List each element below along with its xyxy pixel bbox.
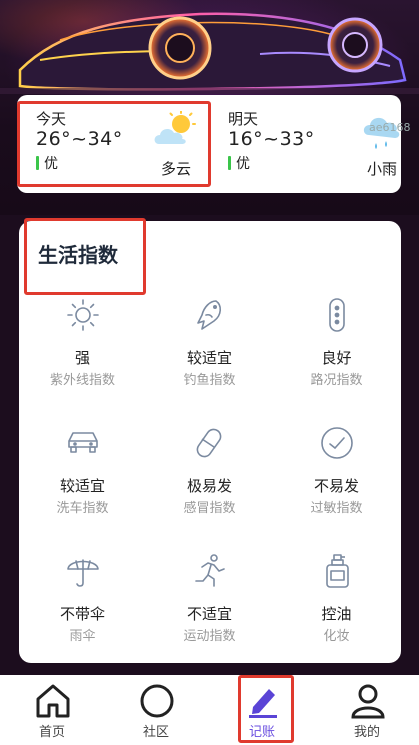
tab-label: 我的 xyxy=(353,725,380,740)
index-name: 路况指数 xyxy=(310,373,363,388)
index-name: 化妆 xyxy=(323,629,350,644)
index-value: 强 xyxy=(74,349,90,367)
traffic-light-icon xyxy=(329,298,345,332)
index-allergy[interactable]: 不易发 过敏指数 xyxy=(273,419,400,547)
index-uv[interactable]: 强 紫外线指数 xyxy=(19,291,146,419)
umbrella-icon xyxy=(67,559,99,587)
index-value: 良好 xyxy=(321,349,352,367)
car-icon xyxy=(68,432,98,453)
fish-icon xyxy=(197,300,222,330)
tab-label: 首页 xyxy=(38,725,65,740)
tab-home[interactable]: 首页 xyxy=(0,675,104,745)
index-name: 感冒指数 xyxy=(183,501,236,516)
lotion-bottle-icon xyxy=(326,554,349,588)
aqi-bar xyxy=(228,156,231,170)
index-name: 钓鱼指数 xyxy=(183,373,236,388)
index-name: 洗车指数 xyxy=(56,501,109,516)
index-fishing[interactable]: 较适宜 钓鱼指数 xyxy=(146,291,273,419)
allergy-icon xyxy=(321,427,353,459)
tab-community[interactable]: 社区 xyxy=(104,675,208,745)
index-name: 雨伞 xyxy=(69,629,96,644)
air-quality: 优 xyxy=(228,153,250,173)
index-sport[interactable]: 不适宜 运动指数 xyxy=(146,547,273,675)
home-icon xyxy=(36,684,70,718)
tab-label: 社区 xyxy=(142,725,169,740)
index-cold[interactable]: 极易发 感冒指数 xyxy=(146,419,273,547)
index-carwash[interactable]: 较适宜 洗车指数 xyxy=(19,419,146,547)
weather-tomorrow[interactable]: 明天 16°~33° 优 小雨 xyxy=(209,95,400,193)
index-value: 较适宜 xyxy=(59,477,105,495)
index-makeup[interactable]: 控油 化妆 xyxy=(273,547,400,675)
temperature-range: 16°~33° xyxy=(228,128,315,150)
index-name: 紫外线指数 xyxy=(49,373,115,388)
bottom-tab-bar: 首页 社区 记账 我的 xyxy=(0,675,419,745)
index-value: 不易发 xyxy=(313,477,359,495)
running-icon xyxy=(195,554,225,587)
index-value: 不带伞 xyxy=(59,605,105,623)
index-name: 运动指数 xyxy=(183,629,236,644)
index-name: 过敏指数 xyxy=(310,501,363,516)
index-value: 不适宜 xyxy=(186,605,232,623)
day-label: 明天 xyxy=(228,110,259,128)
index-value: 较适宜 xyxy=(186,349,232,367)
user-icon xyxy=(351,684,385,719)
index-traffic[interactable]: 良好 路况指数 xyxy=(273,291,400,419)
highlight-box-title xyxy=(24,218,146,295)
watermark-text: ae6168 xyxy=(369,121,411,134)
index-value: 极易发 xyxy=(186,477,232,495)
index-value: 控油 xyxy=(321,605,352,623)
pill-icon xyxy=(196,428,222,458)
tab-profile[interactable]: 我的 xyxy=(315,675,419,745)
weather-condition: 小雨 xyxy=(367,160,398,178)
highlight-box-tab xyxy=(238,675,294,743)
index-umbrella[interactable]: 不带伞 雨伞 xyxy=(19,547,146,675)
highlight-box-today xyxy=(17,101,211,187)
sun-icon xyxy=(67,299,99,331)
aqi-label: 优 xyxy=(236,156,250,172)
circle-icon xyxy=(140,684,174,718)
